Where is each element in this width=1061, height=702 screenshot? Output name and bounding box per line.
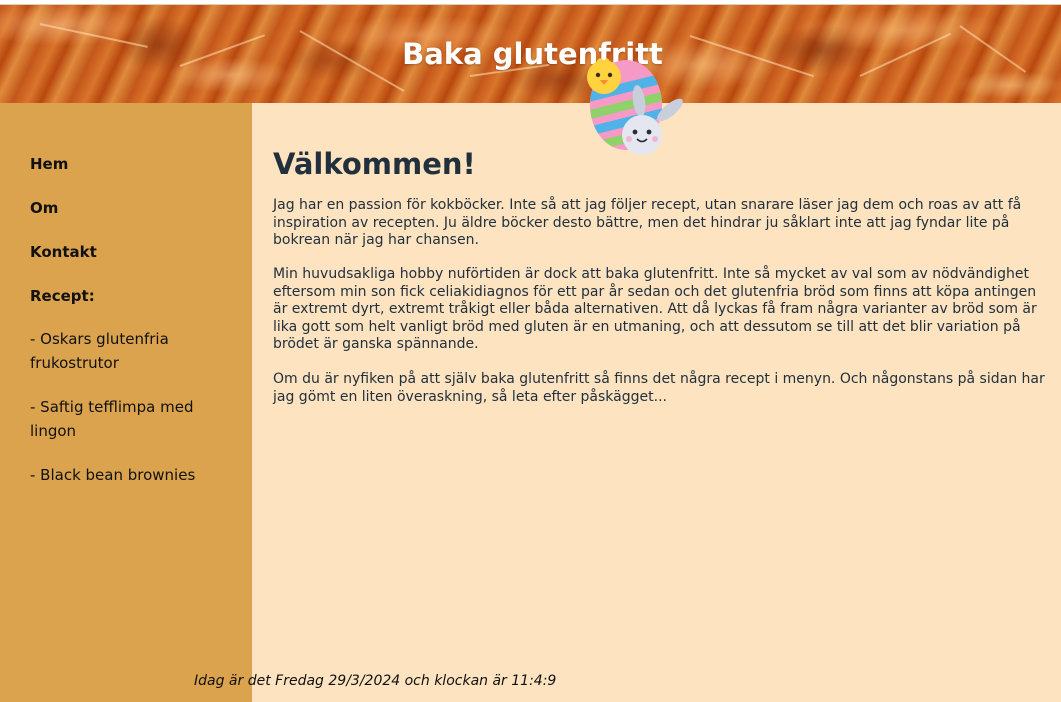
recipes-paragraph: Om du är nyfiken på att själv baka glute…: [273, 371, 1045, 405]
nav-recipe-frukostrutor[interactable]: - Oskars glutenfria frukostrutor: [30, 327, 190, 375]
header-banner: Baka glutenfritt: [0, 5, 1061, 103]
site-title: Baka glutenfritt: [402, 37, 663, 71]
date-time-footer: Idag är det Fredag 29/3/2024 och klockan…: [194, 673, 557, 689]
page-heading: Välkommen!: [273, 147, 476, 181]
nav-item-kontakt[interactable]: Kontakt: [30, 240, 97, 264]
nav-recipe-tefflimpa[interactable]: - Saftig tefflimpa med lingon: [30, 395, 210, 443]
sidebar-nav: Hem Om Kontakt Recept: - Oskars glutenfr…: [0, 103, 252, 702]
nav-item-hem[interactable]: Hem: [30, 152, 68, 176]
nav-recipe-brownies[interactable]: - Black bean brownies: [30, 463, 230, 487]
main-content: Välkommen! Jag har en passion för kokböc…: [252, 103, 1061, 702]
intro-paragraph: Jag har en passion för kokböcker. Inte s…: [273, 197, 1022, 248]
hobby-paragraph: Min huvudsakliga hobby nuförtiden är doc…: [273, 266, 1037, 352]
page: Baka glutenfritt Hem Om Kontakt Recept: …: [0, 0, 1061, 702]
nav-heading-recept: Recept:: [30, 287, 95, 305]
nav-item-om[interactable]: Om: [30, 196, 58, 220]
easter-egg-chick-bunny-icon[interactable]: [584, 55, 694, 160]
